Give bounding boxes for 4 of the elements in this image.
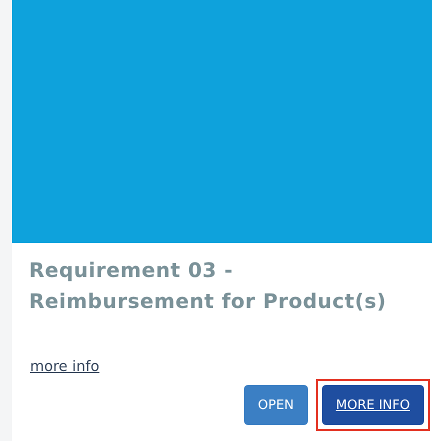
card-title: Requirement 03 - Reimbursement for Product(s) xyxy=(29,257,388,315)
primary-button[interactable]: MORE INFO xyxy=(322,385,424,425)
secondary-button[interactable]: OPEN xyxy=(244,385,308,425)
more-info-link[interactable]: more info xyxy=(30,359,100,375)
